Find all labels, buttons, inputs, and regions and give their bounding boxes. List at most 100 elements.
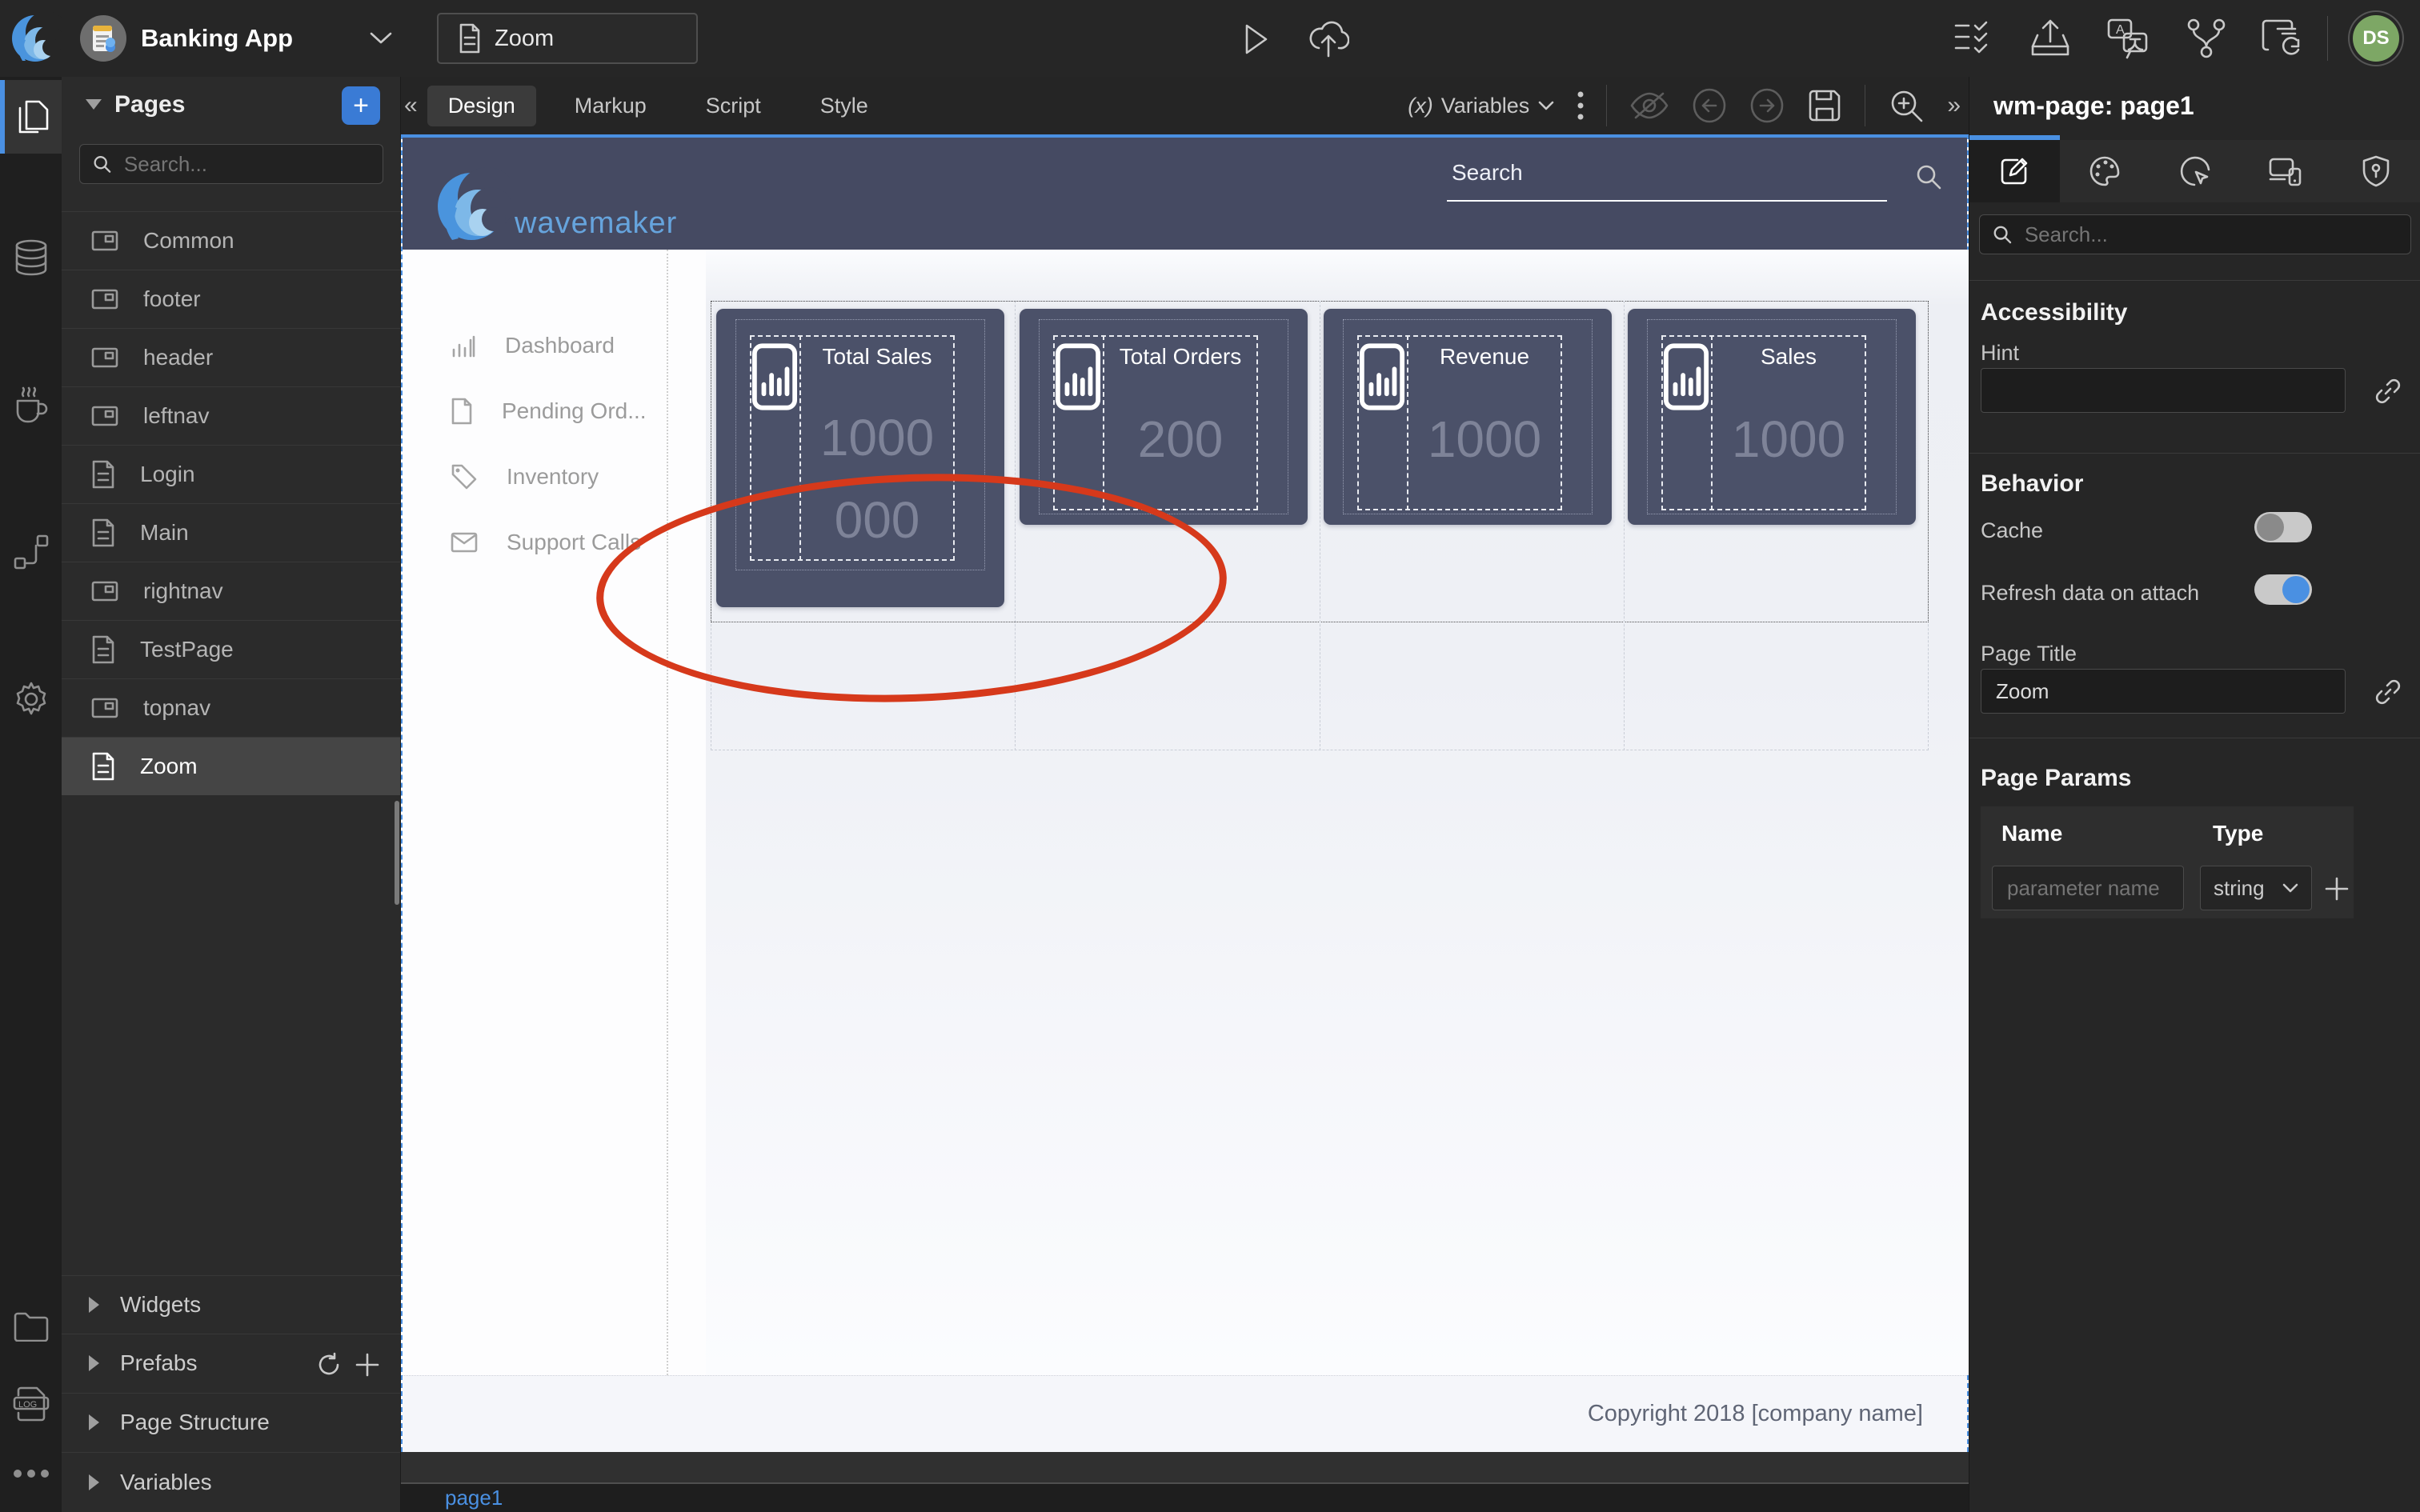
page-list-item[interactable]: footer: [62, 270, 400, 328]
preview-run-button[interactable]: [1242, 22, 1271, 56]
editor-toolbar: « Design Markup Script Style (x) Variabl…: [401, 77, 1969, 134]
cache-label: Cache: [1981, 518, 2043, 543]
more-kebab-icon[interactable]: [1577, 91, 1584, 120]
refresh-data-toggle[interactable]: [2254, 574, 2312, 605]
canvas-page-body: Dashboard Pending Ord... Inventory: [403, 250, 1967, 1375]
rail-apis-icon[interactable]: [0, 515, 62, 589]
top-bar: Banking App Zoom: [0, 0, 2420, 77]
rail-pages-icon[interactable]: [0, 80, 62, 154]
chart-widget-icon: [751, 342, 798, 411]
param-name-input[interactable]: [1992, 866, 2184, 910]
tab-style[interactable]: Style: [799, 86, 889, 126]
card-title: Revenue: [1407, 344, 1562, 370]
cache-toggle[interactable]: [2254, 512, 2312, 542]
deploy-cloud-upload-button[interactable]: [1308, 21, 1349, 58]
bind-link-icon[interactable]: [2374, 678, 2402, 706]
page-list-item[interactable]: rightnav: [62, 562, 400, 620]
zoom-in-icon[interactable]: [1888, 87, 1925, 124]
page-structure-section[interactable]: Page Structure: [62, 1393, 400, 1451]
device-sync-icon[interactable]: [2260, 18, 2302, 59]
page-list-item[interactable]: leftnav: [62, 386, 400, 445]
canvas-header-search[interactable]: Search: [1452, 160, 1523, 186]
caret-right-icon: [89, 1297, 99, 1313]
save-icon[interactable]: [1807, 88, 1842, 123]
project-switcher-chevron-down-icon[interactable]: [368, 30, 394, 46]
refresh-icon[interactable]: [316, 1352, 342, 1378]
expand-panel-button[interactable]: »: [1947, 92, 1961, 119]
prefabs-section[interactable]: Prefabs: [62, 1334, 400, 1392]
card-value: 1000: [1711, 398, 1866, 481]
canvas-search-underline: [1447, 200, 1887, 202]
tab-styles[interactable]: [2060, 140, 2150, 202]
rail-settings-gear-icon[interactable]: [0, 662, 62, 736]
param-type-select[interactable]: string: [2200, 866, 2312, 910]
card-sales[interactable]: Sales 1000: [1628, 309, 1916, 525]
rail-java-services-icon[interactable]: [0, 368, 62, 442]
project-avatar[interactable]: [80, 15, 126, 62]
breadcrumb-page1[interactable]: page1: [445, 1486, 503, 1510]
bind-link-icon[interactable]: [2374, 378, 2402, 405]
canvas-page-header[interactable]: wavemaker Search: [403, 138, 1967, 250]
search-icon: [1993, 224, 2012, 245]
open-page-tab-label: Zoom: [495, 26, 554, 52]
add-param-icon[interactable]: [2325, 877, 2349, 901]
caret-right-icon: [89, 1474, 99, 1490]
pages-scrollbar[interactable]: [395, 801, 399, 905]
undo-icon[interactable]: [1692, 88, 1727, 123]
collapse-panel-button[interactable]: «: [404, 92, 418, 119]
inspector-tabs: [1969, 140, 2420, 202]
export-deploy-icon[interactable]: [2029, 18, 2071, 59]
widgets-section[interactable]: Widgets: [62, 1275, 400, 1334]
pages-search[interactable]: [79, 144, 383, 184]
translate-icon[interactable]: A: [2106, 18, 2150, 59]
project-name[interactable]: Banking App: [141, 24, 293, 53]
add-page-button[interactable]: +: [342, 86, 380, 125]
variables-section[interactable]: Variables: [62, 1452, 400, 1512]
page-list-item[interactable]: TestPage: [62, 620, 400, 678]
tab-events[interactable]: [2150, 140, 2241, 202]
pages-collapse-caret[interactable]: [86, 99, 102, 110]
user-avatar[interactable]: DS: [2353, 15, 2399, 62]
canvas-nav-item-inventory[interactable]: Inventory: [403, 444, 706, 510]
properties-search[interactable]: [1979, 214, 2411, 254]
page-list-item[interactable]: Common: [62, 211, 400, 270]
tab-devices[interactable]: [2240, 140, 2330, 202]
tab-properties[interactable]: [1969, 140, 2060, 202]
tab-security[interactable]: [2330, 140, 2420, 202]
rail-files-folder-icon[interactable]: [0, 1290, 62, 1363]
pages-search-input[interactable]: [122, 151, 370, 178]
tab-markup[interactable]: Markup: [554, 86, 667, 126]
variables-dropdown[interactable]: (x) Variables: [1408, 94, 1555, 118]
redo-icon[interactable]: [1749, 88, 1785, 123]
canvas-bottom-strip: [401, 1452, 1969, 1482]
hide-outlines-eye-icon[interactable]: [1629, 91, 1669, 120]
wavemaker-studio: Banking App Zoom: [0, 0, 2420, 1512]
tab-script[interactable]: Script: [685, 86, 782, 126]
rail-more-icon[interactable]: [0, 1437, 62, 1510]
page-list-item[interactable]: topnav: [62, 678, 400, 737]
card-revenue[interactable]: Revenue 1000: [1324, 309, 1612, 525]
design-canvas[interactable]: wavemaker Search Dashboard: [401, 134, 1969, 1452]
checklist-icon[interactable]: [1953, 19, 1993, 58]
hint-input[interactable]: [1981, 368, 2346, 413]
left-icon-rail: LOG: [0, 77, 62, 1512]
canvas-nav-item-pending-orders[interactable]: Pending Ord...: [403, 378, 706, 444]
param-name-header: Name: [2001, 821, 2062, 846]
page-title-input[interactable]: [1981, 669, 2346, 714]
page-list-item[interactable]: Login: [62, 445, 400, 503]
open-page-tab[interactable]: Zoom: [437, 13, 698, 64]
properties-search-input[interactable]: [2023, 222, 2398, 248]
version-branch-icon[interactable]: [2186, 18, 2226, 59]
pages-panel-title: Pages: [114, 91, 185, 118]
canvas-left-nav[interactable]: Dashboard Pending Ord... Inventory: [403, 250, 706, 1375]
canvas-nav-item-dashboard[interactable]: Dashboard: [403, 313, 706, 378]
canvas-search-icon[interactable]: [1915, 163, 1942, 190]
add-prefab-icon[interactable]: [355, 1352, 380, 1378]
rail-database-icon[interactable]: [0, 221, 62, 294]
page-list-item[interactable]: Main: [62, 503, 400, 562]
canvas-page-footer[interactable]: Copyright 2018 [company name]: [403, 1375, 1967, 1452]
page-list-item[interactable]: header: [62, 328, 400, 386]
rail-logs-icon[interactable]: LOG: [0, 1366, 62, 1440]
tab-design[interactable]: Design: [427, 86, 536, 126]
page-list-item-selected[interactable]: Zoom: [62, 737, 400, 795]
